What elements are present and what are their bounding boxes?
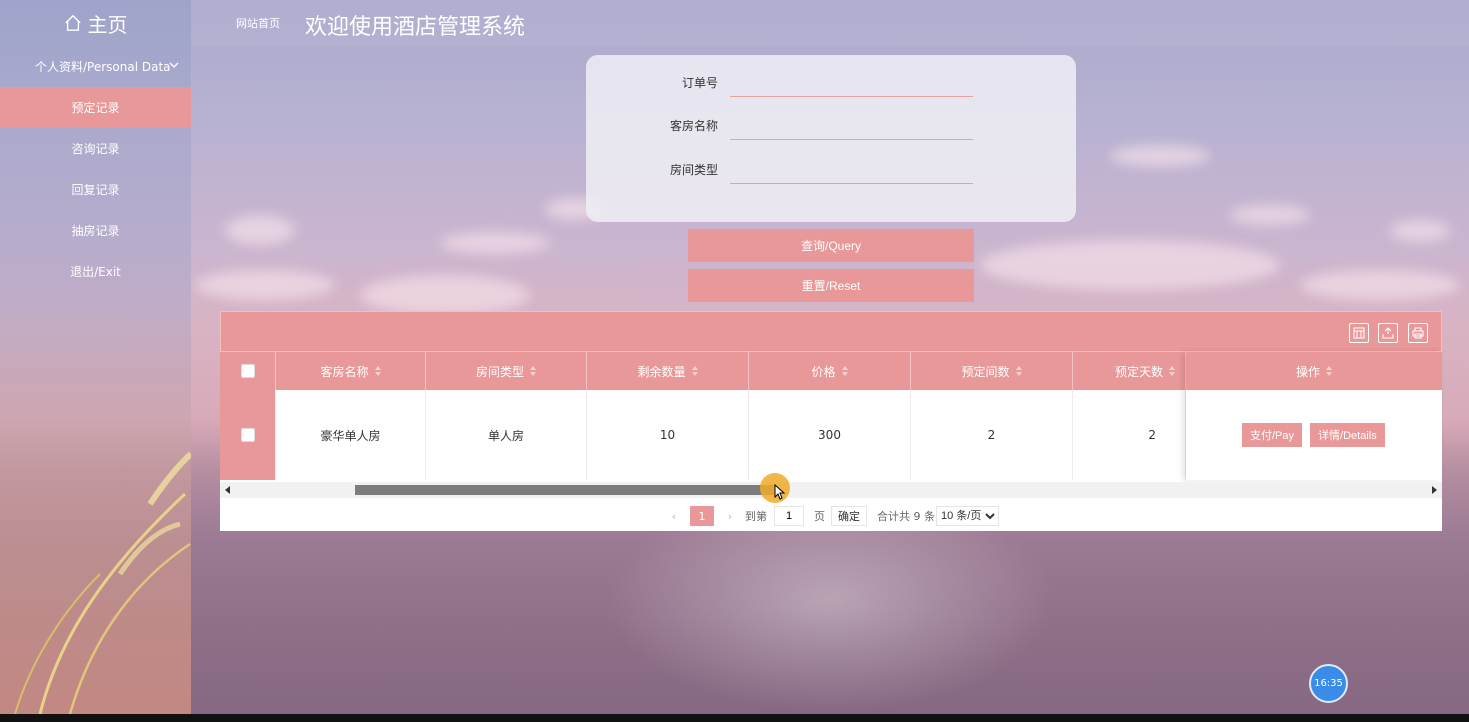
- row-select-cell: [220, 390, 276, 480]
- column-header-price[interactable]: 价格: [749, 352, 911, 390]
- cell-days-booked: 2: [1073, 390, 1186, 480]
- column-header-remaining[interactable]: 剩余数量: [587, 352, 749, 390]
- sort-icon: [691, 366, 698, 376]
- column-header-rooms-booked[interactable]: 预定间数: [911, 352, 1073, 390]
- room-type-row: 房间类型: [586, 154, 1076, 184]
- cell-actions: 支付/Pay 详情/Details: [1186, 390, 1442, 480]
- page-number[interactable]: 1: [690, 506, 714, 526]
- page-unit-label: 页: [814, 510, 825, 523]
- page-title: 欢迎使用酒店管理系统: [305, 15, 526, 40]
- sort-icon: [530, 366, 536, 376]
- column-header-label: 房间类型: [475, 364, 524, 379]
- column-header-label: 预定间数: [961, 364, 1010, 379]
- column-header-label: 客房名称: [320, 364, 369, 379]
- sidebar-item-label: 咨询记录: [71, 142, 120, 156]
- breadcrumb-home-link[interactable]: 网站首页: [236, 15, 280, 31]
- room-name-input[interactable]: [730, 110, 973, 140]
- sidebar-item-label: 个人资料/Personal Data: [35, 60, 171, 74]
- order-label: 订单号: [681, 76, 718, 90]
- sidebar-item-label: 预定记录: [71, 101, 120, 115]
- export-icon: [1382, 327, 1394, 339]
- cell-room-type: 单人房: [426, 390, 587, 480]
- select-all-cell: [220, 352, 276, 390]
- sort-icon: [1015, 366, 1022, 376]
- room-type-label: 房间类型: [669, 163, 718, 177]
- top-header: 网站首页 欢迎使用酒店管理系统: [191, 0, 1469, 46]
- column-header-label: 剩余数量: [637, 364, 686, 379]
- reed-decoration: [14, 451, 191, 714]
- column-header-days-booked[interactable]: 预定天数: [1073, 352, 1186, 390]
- query-button[interactable]: 查询/Query: [688, 229, 974, 262]
- sidebar-item-booking-records[interactable]: 预定记录: [0, 87, 191, 128]
- sidebar-home-label: 主页: [87, 12, 128, 37]
- column-header-label: 预定天数: [1114, 364, 1163, 379]
- row-checkbox[interactable]: [240, 428, 255, 442]
- table-row: 豪华单人房 单人房 10 300 2 2 支付/Pay 详情/Details: [220, 390, 1442, 480]
- room-name-row: 客房名称: [586, 110, 1076, 140]
- select-all-checkbox[interactable]: [240, 364, 255, 378]
- goto-confirm-button[interactable]: 确定: [831, 506, 867, 526]
- cell-price: 300: [749, 390, 911, 480]
- pay-button[interactable]: 支付/Pay: [1242, 423, 1303, 447]
- next-page-icon[interactable]: ›: [722, 506, 738, 526]
- cell-room-name: 豪华单人房: [276, 390, 426, 480]
- print-icon: [1412, 327, 1424, 339]
- print-button[interactable]: [1408, 323, 1428, 343]
- clock-badge[interactable]: 16:35: [1309, 664, 1348, 703]
- sidebar-item-reply-records[interactable]: 回复记录: [0, 169, 191, 210]
- room-type-input[interactable]: [730, 154, 973, 184]
- sidebar-item-label: 抽房记录: [71, 224, 120, 238]
- scroll-left-icon[interactable]: [225, 486, 230, 494]
- column-header-room-type[interactable]: 房间类型: [426, 352, 587, 390]
- sort-icon: [1169, 366, 1175, 376]
- chevron-down-icon: [169, 62, 179, 68]
- goto-page-input[interactable]: [774, 506, 804, 526]
- column-header-actions[interactable]: 操作: [1186, 352, 1442, 390]
- total-count: 合计共 9 条: [877, 510, 935, 523]
- sidebar-home[interactable]: 主页: [0, 0, 191, 46]
- columns-icon: [1353, 327, 1365, 339]
- reset-button[interactable]: 重置/Reset: [688, 269, 974, 302]
- scrollbar-thumb[interactable]: [355, 485, 775, 495]
- table-toolbar: [220, 311, 1442, 352]
- scroll-right-icon[interactable]: [1432, 486, 1437, 494]
- horizontal-scrollbar[interactable]: [220, 482, 1442, 498]
- details-button[interactable]: 详情/Details: [1310, 423, 1385, 447]
- page-size-select[interactable]: 10 条/页: [936, 506, 999, 526]
- room-name-label: 客房名称: [669, 119, 718, 133]
- sort-icon: [1326, 366, 1332, 376]
- sidebar-item-label: 回复记录: [71, 183, 120, 197]
- order-input[interactable]: [730, 67, 973, 97]
- prev-page-icon[interactable]: ‹: [666, 506, 682, 526]
- export-button[interactable]: [1378, 323, 1398, 343]
- cell-rooms-booked: 2: [911, 390, 1073, 480]
- sidebar-item-personal-data[interactable]: 个人资料/Personal Data: [0, 46, 191, 87]
- sidebar-item-label: 退出/Exit: [70, 265, 121, 279]
- data-table: 客房名称 房间类型 剩余数量 价格 预定间数 预定天数 操作 豪华单人房 单人房…: [220, 311, 1442, 531]
- sidebar-item-exit[interactable]: 退出/Exit: [0, 251, 191, 292]
- sidebar: 主页 个人资料/Personal Data 预定记录 咨询记录 回复记录 抽房记…: [0, 0, 191, 714]
- sidebar-item-inquiry-records[interactable]: 咨询记录: [0, 128, 191, 169]
- column-header-room-name[interactable]: 客房名称: [276, 352, 426, 390]
- sidebar-item-draw-records[interactable]: 抽房记录: [0, 210, 191, 251]
- search-form: 订单号 客房名称 房间类型: [586, 55, 1076, 222]
- mouse-cursor-icon: [774, 484, 786, 500]
- column-header-label: 操作: [1295, 364, 1320, 379]
- columns-button[interactable]: [1349, 323, 1369, 343]
- home-icon: [64, 14, 81, 31]
- order-row: 订单号: [586, 67, 1076, 97]
- column-header-label: 价格: [811, 364, 836, 379]
- table-header: 客房名称 房间类型 剩余数量 价格 预定间数 预定天数 操作: [220, 352, 1442, 390]
- sort-icon: [374, 366, 381, 376]
- pagination: ‹ 1 › 到第 页 确定 合计共 9 条 10 条/页: [220, 501, 1442, 529]
- cell-remaining: 10: [587, 390, 749, 480]
- sort-icon: [841, 366, 848, 376]
- bottom-bar: [0, 714, 1469, 722]
- goto-label: 到第: [745, 510, 767, 523]
